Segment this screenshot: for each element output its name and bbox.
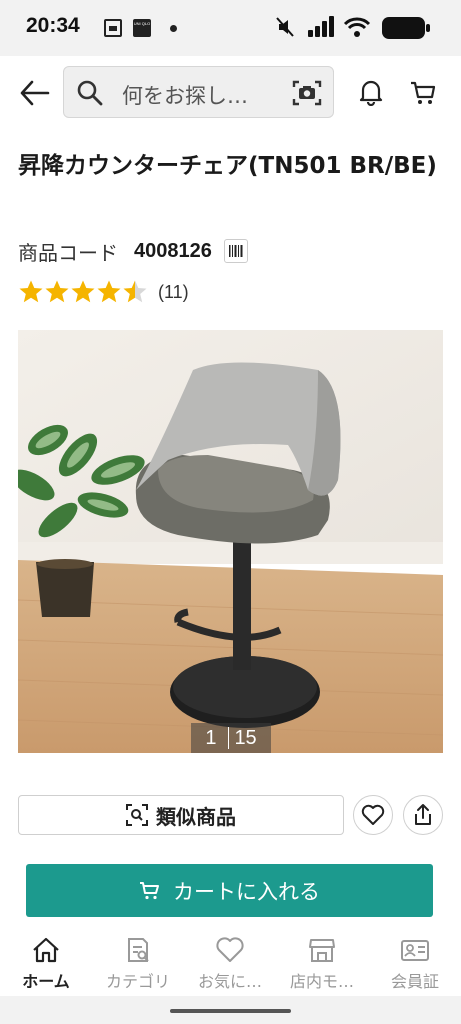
back-arrow-icon[interactable] (18, 78, 52, 108)
header: 何をお探し… (0, 56, 461, 128)
product-title: 昇降カウンターチェア(TN501 BR/BE) (18, 153, 437, 179)
favorite-button[interactable] (353, 795, 393, 835)
star-icon (123, 280, 147, 303)
search-placeholder: 何をお探し… (122, 84, 248, 108)
tab-label-member-card: 会員証 (390, 972, 439, 991)
tab-label-store-mode: 店内モ… (289, 972, 354, 991)
store-icon (309, 939, 335, 962)
product-code-value: 4008126 (134, 239, 212, 262)
tab-category[interactable]: カテゴリ (92, 936, 184, 992)
bell-icon[interactable] (357, 78, 385, 106)
bottom-tab-bar: ホーム カテゴリ お気に… 店内モ… 会員証 (0, 930, 461, 996)
tab-label-home: ホーム (22, 972, 70, 991)
share-button[interactable] (403, 795, 443, 835)
status-time: 20:34 (26, 14, 80, 37)
review-count: (11) (158, 281, 189, 302)
notification-dot-icon (170, 25, 177, 32)
star-icon (19, 280, 43, 303)
wifi-icon (343, 17, 371, 37)
cart-icon (140, 881, 159, 899)
star-rating (18, 279, 148, 305)
camera-scan-icon[interactable] (292, 79, 322, 107)
star-icon (45, 280, 69, 303)
image-counter-current: 1 (205, 726, 217, 749)
status-bar: 20:34 UNI QLO (0, 0, 461, 56)
similar-products-label: 類似商品 (156, 804, 236, 829)
product-code-label: 商品コード (18, 240, 118, 265)
category-icon (128, 938, 149, 962)
share-icon (415, 804, 431, 825)
tab-favorites[interactable]: お気に… (184, 936, 276, 992)
image-counter: 1 15 (191, 723, 271, 753)
tab-label-category: カテゴリ (105, 972, 170, 991)
product-code-row: 商品コード 4008126 (18, 236, 248, 266)
tab-member-card[interactable]: 会員証 (369, 936, 461, 992)
search-input[interactable]: 何をお探し… (63, 66, 334, 118)
battery-icon (382, 17, 430, 39)
similar-products-button[interactable]: 類似商品 (18, 795, 344, 835)
tab-home[interactable]: ホーム (0, 936, 92, 992)
tab-label-favorites: お気に… (197, 972, 262, 991)
heart-icon (216, 937, 244, 962)
system-nav-bar (0, 996, 461, 1024)
add-to-cart-label: カートに入れる (173, 879, 320, 904)
image-search-icon (126, 804, 148, 826)
tab-store-mode[interactable]: 店内モ… (276, 936, 368, 992)
search-icon (77, 80, 103, 106)
heart-icon (361, 804, 385, 825)
signal-icon (308, 16, 334, 37)
image-counter-total: 15 (234, 726, 257, 749)
cart-icon[interactable] (409, 80, 437, 106)
notification-app-icon (104, 19, 122, 37)
mute-icon (276, 17, 294, 37)
rating-row[interactable]: (11) (18, 279, 189, 305)
home-icon (33, 937, 59, 963)
uniqlo-app-icon: UNI QLO (133, 19, 151, 37)
home-indicator[interactable] (170, 1009, 291, 1013)
star-icon (97, 280, 121, 303)
add-to-cart-button[interactable]: カートに入れる (26, 864, 433, 917)
member-card-icon (401, 940, 429, 961)
barcode-icon[interactable] (223, 239, 248, 263)
product-photo (18, 330, 443, 753)
star-icon (71, 280, 95, 303)
product-image[interactable]: 1 15 (18, 330, 443, 753)
